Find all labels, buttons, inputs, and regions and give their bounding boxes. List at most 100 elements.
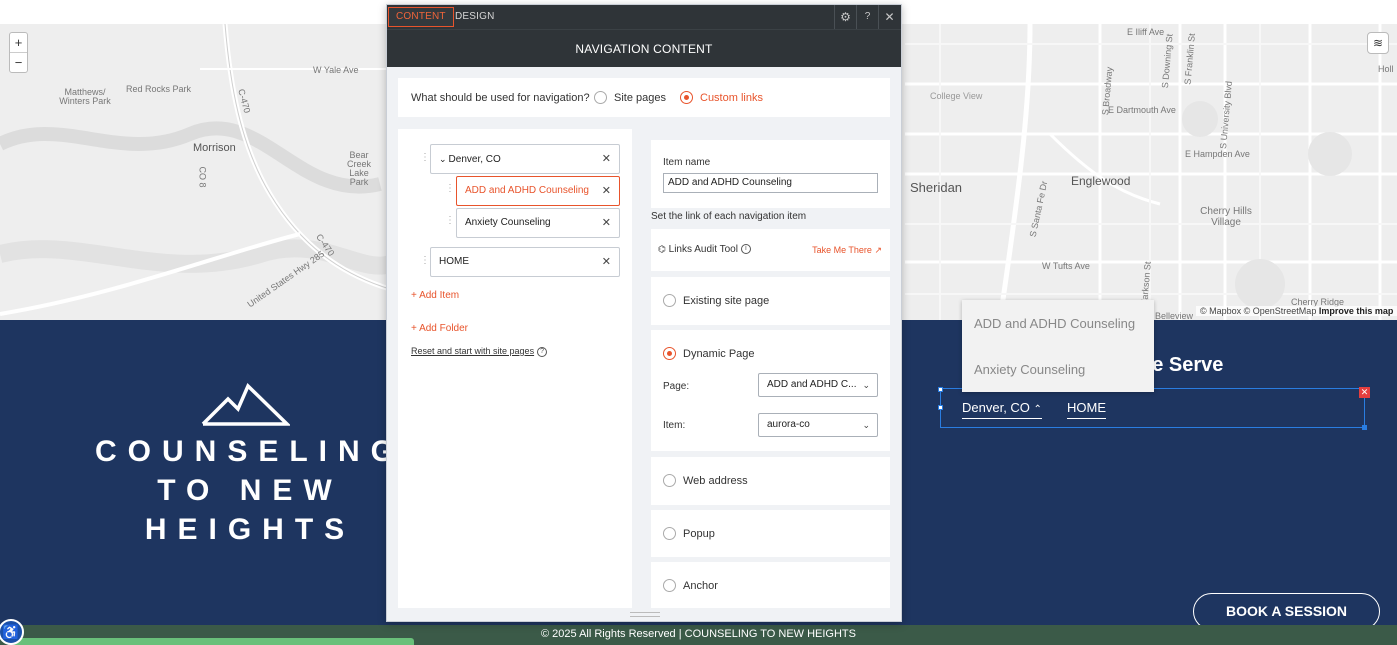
map-label: W Tufts Ave bbox=[1042, 261, 1090, 271]
drag-handle-icon[interactable]: ⋮ bbox=[445, 183, 455, 194]
resize-handle[interactable] bbox=[938, 387, 943, 392]
map-label: W Yale Ave bbox=[313, 65, 359, 75]
page-select-value: ADD and ADHD C... bbox=[767, 379, 857, 390]
site-nav-link-home[interactable]: HOME bbox=[1067, 400, 1106, 419]
nav-source-question: What should be used for navigation? bbox=[411, 92, 590, 104]
custom-links-label[interactable]: Custom links bbox=[700, 92, 763, 104]
link-type-web-card[interactable]: Web address bbox=[651, 457, 890, 505]
drag-handle-icon[interactable]: ⋮ bbox=[420, 255, 430, 266]
chevron-down-icon: ⌄ bbox=[862, 420, 870, 430]
remove-item-icon[interactable]: ✕ bbox=[602, 145, 611, 173]
anchor-label[interactable]: Anchor bbox=[683, 580, 718, 592]
reset-label: Reset and start with site pages bbox=[411, 346, 535, 356]
zoom-in-button[interactable]: + bbox=[10, 33, 27, 53]
notification-bar bbox=[14, 638, 414, 645]
page-select-label: Page: bbox=[663, 381, 690, 392]
widget-remove-icon[interactable]: ✕ bbox=[1359, 387, 1370, 398]
map-label: Holl bbox=[1378, 64, 1394, 74]
chevron-down-icon[interactable]: ⌄ bbox=[439, 154, 447, 164]
tree-item-folder[interactable]: ⌄ Denver, CO ✕ bbox=[430, 144, 620, 174]
tree-item-label: Denver, CO bbox=[448, 154, 501, 165]
map-label: E Hampden Ave bbox=[1185, 149, 1250, 159]
add-folder-label: Add Folder bbox=[419, 323, 468, 334]
gear-icon[interactable]: ⚙ bbox=[834, 5, 856, 29]
item-select[interactable]: aurora-co ⌄ bbox=[758, 413, 878, 437]
tree-item-label: HOME bbox=[439, 256, 469, 267]
drag-handle-icon[interactable]: ⋮ bbox=[445, 215, 455, 226]
link-hint: Set the link of each navigation item bbox=[651, 211, 807, 222]
take-me-there-link[interactable]: Take Me There ↗ bbox=[812, 245, 882, 256]
map-label: College View bbox=[930, 91, 983, 101]
map-label: Red Rocks Park bbox=[126, 84, 192, 94]
map-label: E Dartmouth Ave bbox=[1108, 105, 1176, 115]
nav-source-card: What should be used for navigation? Site… bbox=[398, 78, 890, 117]
remove-item-icon[interactable]: ✕ bbox=[602, 248, 611, 276]
plus-icon: + bbox=[411, 290, 417, 301]
remove-item-icon[interactable]: ✕ bbox=[602, 209, 611, 237]
web-address-radio[interactable] bbox=[663, 474, 676, 487]
tab-design[interactable]: DESIGN bbox=[448, 7, 502, 27]
anchor-radio[interactable] bbox=[663, 579, 676, 592]
site-nav-link-denver[interactable]: Denver, CO ⌃ bbox=[962, 400, 1042, 419]
reset-link[interactable]: Reset and start with site pages? bbox=[411, 346, 548, 357]
tree-item-label: ADD and ADHD Counseling bbox=[465, 185, 589, 196]
resize-handle[interactable] bbox=[1362, 425, 1367, 430]
link-type-dynamic-card[interactable]: Dynamic Page Page: ADD and ADHD C... ⌄ It… bbox=[651, 330, 890, 451]
link-type-existing-card[interactable]: Existing site page bbox=[651, 277, 890, 325]
popup-radio[interactable] bbox=[663, 527, 676, 540]
info-icon[interactable]: ? bbox=[537, 346, 548, 357]
add-item-button[interactable]: + Add Item bbox=[411, 290, 459, 301]
audit-label: Links Audit Tool bbox=[668, 244, 738, 255]
existing-page-radio[interactable] bbox=[663, 294, 676, 307]
link-type-anchor-card[interactable]: Anchor bbox=[651, 562, 890, 608]
tree-item[interactable]: HOME ✕ bbox=[430, 247, 620, 277]
external-link-icon: ↗ bbox=[874, 245, 882, 255]
item-name-card: Item name ADD and ADHD Counseling bbox=[651, 140, 890, 208]
zoom-out-button[interactable]: − bbox=[10, 53, 27, 73]
nav-tree-panel: ⋮ ⌄ Denver, CO ✕ ⋮ ADD and ADHD Counselin… bbox=[398, 129, 632, 608]
site-logo-text: COUNSELING TO NEW HEIGHTS bbox=[95, 432, 405, 549]
item-name-label: Item name bbox=[663, 157, 711, 168]
custom-links-radio[interactable] bbox=[680, 91, 693, 104]
dropdown-item[interactable]: ADD and ADHD Counseling bbox=[974, 316, 1135, 331]
dynamic-page-radio[interactable] bbox=[663, 347, 676, 360]
resize-handle[interactable] bbox=[938, 405, 943, 410]
logo-line: TO NEW bbox=[157, 474, 343, 507]
map-label: CO 8 bbox=[197, 166, 208, 188]
remove-item-icon[interactable]: ✕ bbox=[602, 177, 611, 205]
site-pages-label[interactable]: Site pages bbox=[614, 92, 666, 104]
web-address-label[interactable]: Web address bbox=[683, 475, 748, 487]
layers-icon: ≋ bbox=[1372, 36, 1384, 50]
site-nav-dropdown: ADD and ADHD Counseling Anxiety Counseli… bbox=[962, 300, 1154, 392]
close-icon[interactable]: ✕ bbox=[878, 5, 900, 29]
site-pages-radio[interactable] bbox=[594, 91, 607, 104]
tree-item-selected[interactable]: ADD and ADHD Counseling ✕ bbox=[456, 176, 620, 206]
tree-item[interactable]: Anxiety Counseling ✕ bbox=[456, 208, 620, 238]
tree-item-label: Anxiety Counseling bbox=[465, 217, 551, 228]
item-name-input[interactable]: ADD and ADHD Counseling bbox=[663, 173, 878, 193]
existing-page-label[interactable]: Existing site page bbox=[683, 295, 769, 307]
dynamic-page-label[interactable]: Dynamic Page bbox=[683, 348, 755, 360]
add-folder-button[interactable]: + Add Folder bbox=[411, 323, 468, 334]
link-type-popup-card[interactable]: Popup bbox=[651, 510, 890, 557]
page-select[interactable]: ADD and ADHD C... ⌄ bbox=[758, 373, 878, 397]
panel-title: NAVIGATION CONTENT bbox=[387, 29, 901, 67]
map-layers-button[interactable]: ≋ bbox=[1367, 32, 1389, 54]
tab-content[interactable]: CONTENT bbox=[388, 7, 454, 27]
panel-resize-grip[interactable] bbox=[630, 612, 660, 617]
map-label: Cherry Hills Village bbox=[1200, 206, 1252, 228]
help-icon[interactable]: ? bbox=[856, 5, 878, 29]
dropdown-item[interactable]: Anxiety Counseling bbox=[974, 362, 1085, 377]
navigation-settings-panel: CONTENT DESIGN ⚙ ? ✕ NAVIGATION CONTENT … bbox=[386, 4, 902, 622]
attribution-text[interactable]: © Mapbox © OpenStreetMap bbox=[1200, 306, 1316, 316]
map-label: Morrison bbox=[193, 142, 236, 154]
improve-map-link[interactable]: Improve this map bbox=[1319, 306, 1394, 316]
map-label: E Iliff Ave bbox=[1127, 27, 1165, 37]
drag-handle-icon[interactable]: ⋮ bbox=[420, 152, 430, 163]
map-attribution: © Mapbox © OpenStreetMap Improve this ma… bbox=[1196, 306, 1397, 316]
navigation-widget-selection[interactable]: ✕ Denver, CO ⌃ HOME bbox=[938, 387, 1370, 430]
popup-label[interactable]: Popup bbox=[683, 528, 715, 540]
info-icon[interactable]: i bbox=[740, 244, 751, 255]
logo-line: COUNSELING bbox=[95, 435, 406, 468]
map-label: Englewood bbox=[1071, 174, 1131, 188]
